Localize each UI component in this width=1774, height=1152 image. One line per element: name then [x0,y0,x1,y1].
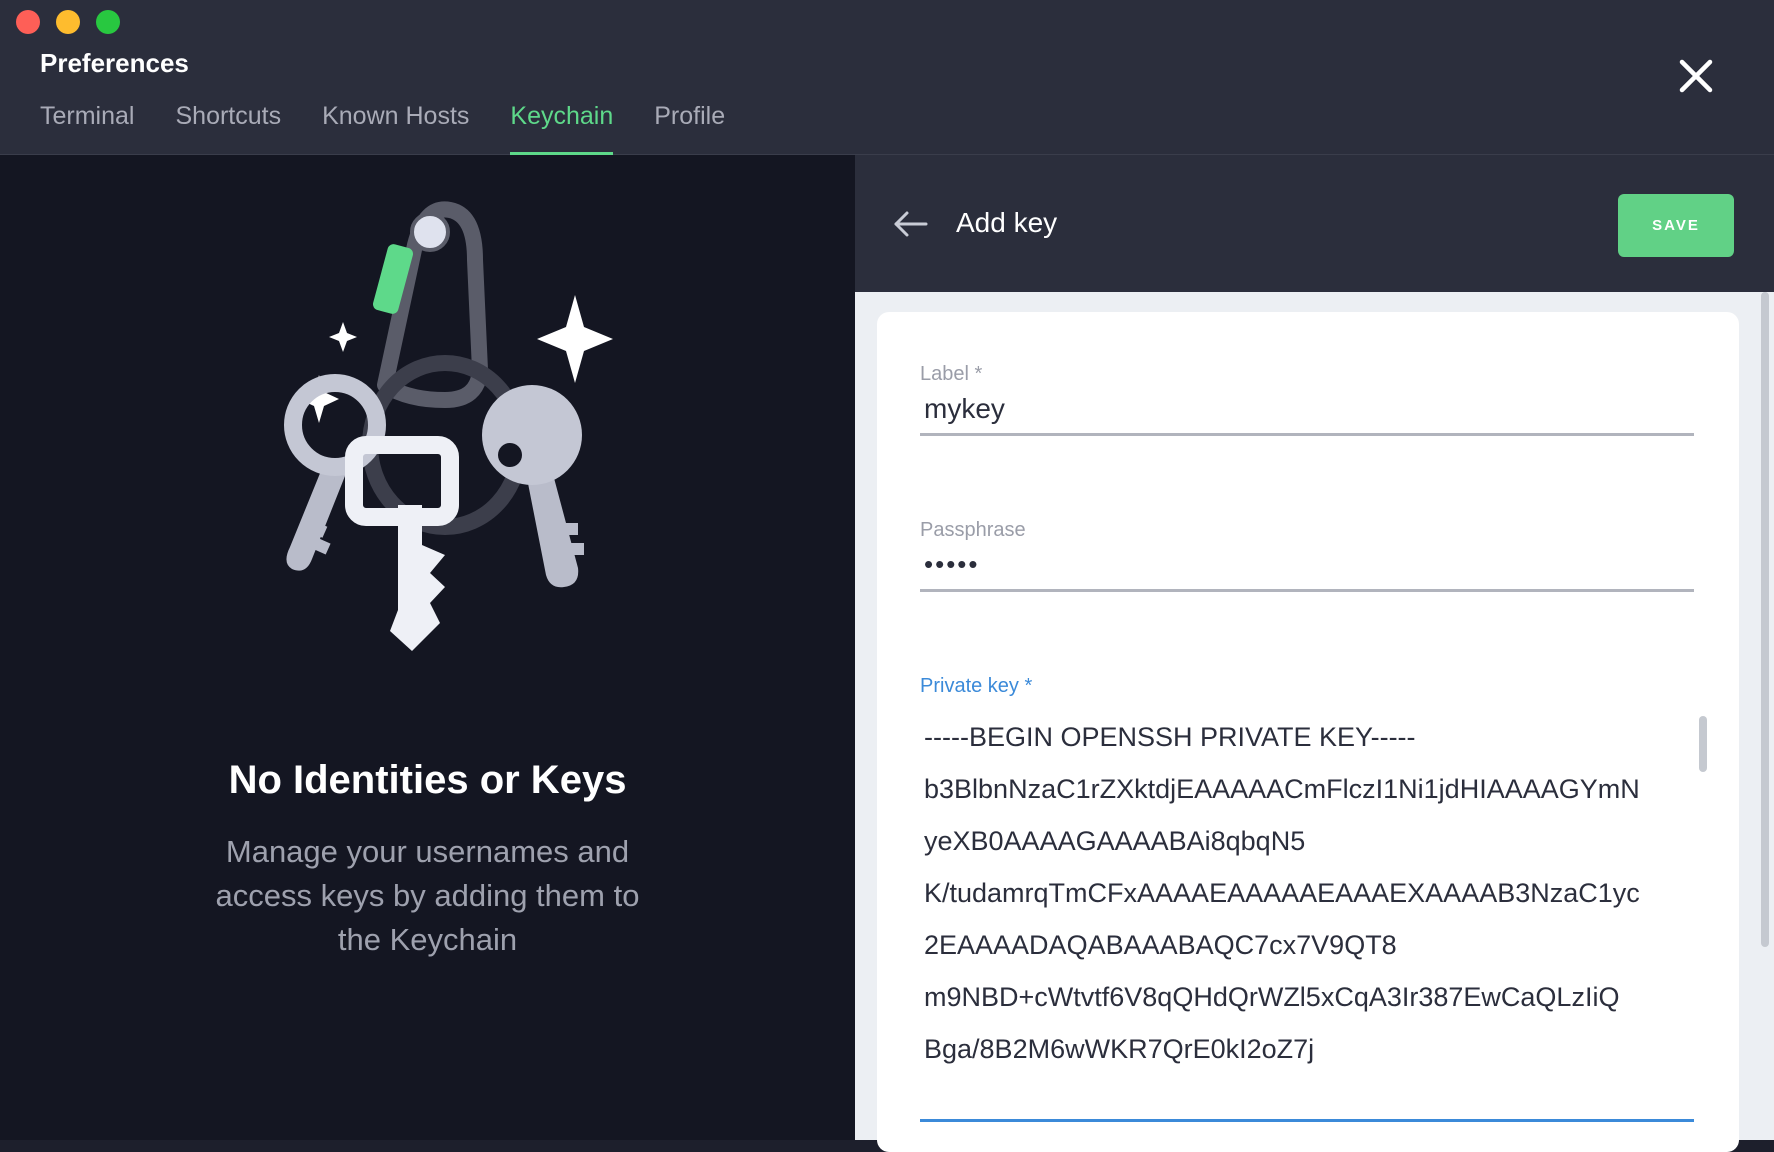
private-key-line: b3BlbnNzaC1rZXktdjEAAAAACmFlczI1Ni1jdHIA… [924,774,1640,804]
private-key-scrollbar[interactable] [1699,716,1707,772]
tab-shortcuts[interactable]: Shortcuts [175,100,281,155]
keychain-illustration-icon [284,201,613,651]
panel-scrollbar[interactable] [1761,292,1769,947]
add-key-form-area: Label * Passphrase Private key * -----BE… [855,292,1774,1152]
passphrase-field-label: Passphrase [920,519,1026,541]
window-zoom-control[interactable] [96,10,120,34]
tab-known-hosts[interactable]: Known Hosts [322,100,469,155]
private-key-line: 2EAAAADAQABAAABAQC7cx7V9QT8 [924,930,1397,960]
window-header: Preferences Terminal Shortcuts Known Hos… [0,0,1774,155]
add-key-form: Label * Passphrase Private key * -----BE… [877,312,1739,1152]
private-key-line: K/tudamrqTmCFxAAAAEAAAAAEAAAEXAAAAB3NzaC… [924,878,1640,908]
private-key-line: yeXB0AAAAGAAAABAi8qbqN5 [924,826,1306,856]
arrow-left-icon[interactable] [893,209,929,239]
window-close-control[interactable] [16,10,40,34]
add-key-title: Add key [956,207,1058,238]
private-key-line: Bga/8B2M6wWKR7QrE0kI2oZ7j [924,1034,1315,1064]
close-icon[interactable] [1676,56,1716,96]
tab-keychain[interactable]: Keychain [510,100,614,155]
label-input[interactable] [920,384,1694,436]
page-title: Preferences [40,48,189,78]
empty-state-panel: No Identities or Keys Manage your userna… [0,155,855,1140]
private-key-line: -----BEGIN OPENSSH PRIVATE KEY----- [924,722,1416,752]
empty-state-description: Manage your usernames and access keys by… [215,834,640,957]
private-key-field-label: Private key * [920,675,1033,697]
tab-terminal[interactable]: Terminal [40,100,134,155]
private-key-textarea[interactable]: -----BEGIN OPENSSH PRIVATE KEY----- b3Bl… [920,704,1694,1122]
private-key-line: m9NBD+cWtvtf6V8qQHdQrWZl5xCqA3Ir387EwCaQ… [924,982,1620,1012]
window-minimize-control[interactable] [56,10,80,34]
passphrase-input[interactable] [920,540,1694,592]
label-field-label: Label * [920,363,983,385]
save-button[interactable]: SAVE [1618,194,1734,257]
empty-state-title: No Identities or Keys [228,758,627,802]
tab-profile[interactable]: Profile [654,100,725,155]
add-key-header: Add key SAVE [855,155,1774,292]
preferences-tabs: Terminal Shortcuts Known Hosts Keychain … [40,100,766,155]
